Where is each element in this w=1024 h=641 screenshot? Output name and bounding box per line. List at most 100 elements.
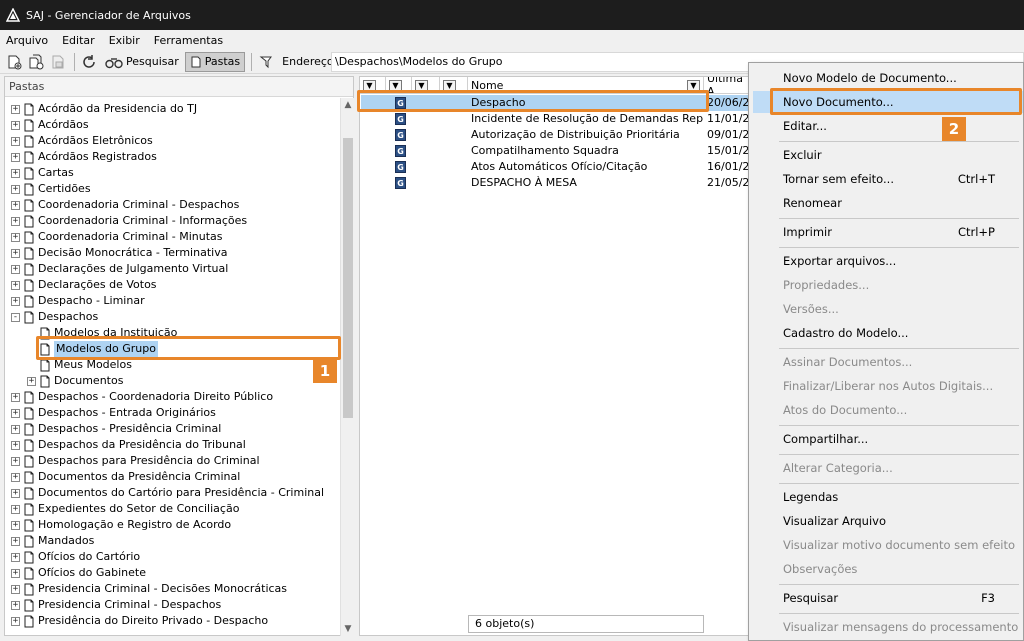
tree-item[interactable]: + Presidencia Criminal - Decisões Monocrá… [11,581,287,597]
tree-item[interactable]: Meus Modelos [27,357,132,373]
tree-item[interactable]: + Presidência do Direito Privado - Despac… [11,613,268,629]
context-menu-item[interactable]: Renomear [753,192,1023,214]
tree-scrollbar[interactable]: ▲ ▼ [340,98,354,636]
tree-item[interactable]: + Acórdão da Presidencia do TJ [11,101,197,117]
tree-item[interactable]: + Despachos - Entrada Originários [11,405,216,421]
expand-icon[interactable]: + [11,120,20,130]
filter-column-2[interactable]: ▼ [386,77,412,94]
expand-icon[interactable]: + [11,248,20,258]
folders-button[interactable]: Pastas [184,51,246,72]
expand-icon[interactable]: + [11,216,20,226]
tree-item[interactable]: + Homologação e Registro de Acordo [11,517,231,533]
tree-item[interactable]: + Coordenadoria Criminal - Informações [11,213,247,229]
expand-icon[interactable]: + [11,584,20,594]
filter-dropdown-icon[interactable]: ▼ [415,79,428,91]
expand-icon[interactable]: + [11,536,20,546]
tree-item[interactable]: + Expedientes do Setor de Conciliação [11,501,239,517]
expand-icon[interactable]: + [11,440,20,450]
expand-icon[interactable]: + [11,424,20,434]
column-header-name[interactable]: Nome ▼ [468,77,704,94]
context-menu-item[interactable]: Pesquisar F3 [753,587,1023,609]
column-header-date[interactable]: Última A [704,77,750,94]
context-menu-item[interactable]: Excluir [753,144,1023,166]
filter-column-3[interactable]: ▼ [412,77,440,94]
tree-item[interactable]: Modelos da Instituição [27,325,177,341]
tree-item[interactable]: + Cartas [11,165,74,181]
context-menu-item[interactable]: Compartilhar... [753,428,1023,450]
tree-item[interactable]: + Coordenadoria Criminal - Minutas [11,229,223,245]
expand-icon[interactable]: + [11,168,20,178]
expand-icon[interactable]: + [11,296,20,306]
expand-icon[interactable]: + [11,600,20,610]
expand-icon[interactable]: + [11,552,20,562]
tree-item[interactable]: + Decisão Monocrática - Terminativa [11,245,227,261]
tree-item[interactable]: + Presidencia Criminal - Despachos [11,597,221,613]
expand-icon[interactable]: + [11,504,20,514]
tree-item[interactable]: + Coordenadoria Criminal - Despachos [11,197,239,213]
filter-dropdown-icon[interactable]: ▼ [389,79,402,91]
filter-column-4[interactable]: ▼ [440,77,468,94]
expand-icon[interactable]: + [11,184,20,194]
context-menu-item[interactable]: Editar... [753,115,1023,137]
expand-icon[interactable]: + [11,152,20,162]
context-menu-item[interactable]: Legendas [753,486,1023,508]
tree-item[interactable]: + Certidões [11,181,91,197]
table-row[interactable]: G Atos Automáticos Ofício/Citação 16/01/20 [361,159,749,175]
context-menu-item[interactable]: Novo Modelo de Documento... [753,67,1023,89]
menu-ferramentas[interactable]: Ferramentas [154,34,223,47]
tree-item[interactable]: + Declarações de Votos [11,277,157,293]
search-button[interactable]: Pesquisar [101,52,183,72]
expand-icon[interactable]: + [11,456,20,466]
expand-icon[interactable]: + [11,104,20,114]
expand-icon[interactable]: + [11,488,20,498]
tree-item[interactable]: Modelos do Grupo [27,341,158,357]
filter-dropdown-icon[interactable]: ▼ [687,79,700,91]
tree-item[interactable]: + Ofícios do Gabinete [11,565,146,581]
table-row[interactable]: G DESPACHO À MESA 21/05/20 [361,175,749,191]
expand-icon[interactable]: + [11,472,20,482]
expand-icon[interactable]: + [11,568,20,578]
context-menu-item[interactable]: Imprimir Ctrl+P [753,221,1023,243]
context-menu-item[interactable]: Tornar sem efeito... Ctrl+T [753,168,1023,190]
tree-item[interactable]: + Despacho - Liminar [11,293,145,309]
tree-item[interactable]: - Despachos [11,309,98,325]
context-menu-item[interactable]: Visualizar Arquivo [753,510,1023,532]
new-copy-icon[interactable] [26,53,46,71]
expand-icon[interactable]: + [11,392,20,402]
context-menu-item[interactable]: Cadastro do Modelo... [753,322,1023,344]
expand-icon[interactable]: + [11,264,20,274]
tree-item[interactable]: + Acórdãos [11,117,89,133]
filter-column-1[interactable]: ▼ [360,77,386,94]
refresh-icon[interactable] [79,53,99,71]
tree-item[interactable]: + Mandados [11,533,94,549]
tree-item[interactable]: + Acórdãos Registrados [11,149,157,165]
menu-editar[interactable]: Editar [62,34,95,47]
context-menu-item[interactable]: Exportar arquivos... [753,250,1023,272]
expand-icon[interactable]: + [11,136,20,146]
menu-exibir[interactable]: Exibir [109,34,140,47]
table-row[interactable]: G Incidente de Resolução de Demandas Repe… [361,111,749,127]
context-menu-item[interactable]: Novo Documento... [753,91,1023,113]
expand-icon[interactable]: + [11,408,20,418]
table-row[interactable]: G Compatilhamento Squadra 15/01/20 [361,143,749,159]
new-document-icon[interactable] [4,53,24,71]
filter-dropdown-icon[interactable]: ▼ [363,79,376,91]
table-row[interactable]: G Despacho 20/06/20 [361,95,749,111]
collapse-icon[interactable]: - [11,312,20,322]
table-row[interactable]: G Autorização de Distribuição Prioritária… [361,127,749,143]
tree-item[interactable]: + Despachos - Presidência Criminal [11,421,221,437]
tree-item[interactable]: + Despachos para Presidência do Criminal [11,453,260,469]
expand-icon[interactable]: + [11,280,20,290]
tree-item[interactable]: + Documentos [27,373,123,389]
expand-icon[interactable]: + [11,200,20,210]
tree-item[interactable]: + Despachos - Coordenadoria Direito Públi… [11,389,273,405]
tree-item[interactable]: + Despachos da Presidência do Tribunal [11,437,246,453]
tree-item[interactable]: + Documentos da Presidência Criminal [11,469,240,485]
tree-item[interactable]: + Declarações de Julgamento Virtual [11,261,228,277]
expand-icon[interactable]: + [27,376,36,386]
expand-icon[interactable]: + [11,232,20,242]
scroll-up-icon[interactable]: ▲ [341,98,355,112]
scroll-thumb[interactable] [343,138,353,418]
tree-item[interactable]: + Acórdãos Eletrônicos [11,133,153,149]
tree-item[interactable]: + Ofícios do Cartório [11,549,140,565]
